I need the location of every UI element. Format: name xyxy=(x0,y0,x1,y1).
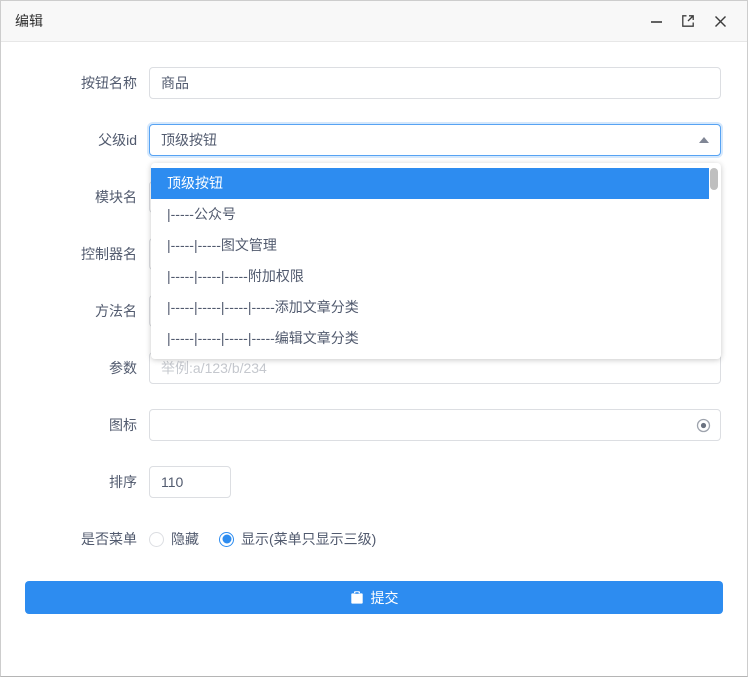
radio-button-on-icon[interactable] xyxy=(695,417,711,433)
button-name-label: 按钮名称 xyxy=(1,67,149,99)
titlebar: 编辑 xyxy=(1,1,747,42)
close-icon[interactable] xyxy=(711,12,729,30)
parent-id-selected-value: 顶级按钮 xyxy=(161,130,217,150)
parent-id-dropdown: 顶级按钮 |-----公众号 |-----|-----图文管理 |-----|-… xyxy=(151,163,721,359)
dropdown-option[interactable]: |-----|-----|-----附加权限 xyxy=(151,261,709,292)
method-name-label: 方法名 xyxy=(1,295,149,327)
params-label: 参数 xyxy=(1,352,149,384)
radio-on-icon xyxy=(219,532,234,547)
field-button-name: 按钮名称 xyxy=(1,67,747,99)
parent-id-label: 父级id xyxy=(1,124,149,156)
module-name-label: 模块名 xyxy=(1,181,149,213)
dialog-title: 编辑 xyxy=(15,11,43,31)
window-controls xyxy=(647,12,729,30)
field-sort: 排序 xyxy=(1,466,747,498)
sort-label: 排序 xyxy=(1,466,149,498)
maximize-icon[interactable] xyxy=(679,12,697,30)
radio-show[interactable]: 显示(菜单只显示三级) xyxy=(219,529,376,549)
icon-input[interactable] xyxy=(149,409,721,441)
dropdown-option[interactable]: |-----|-----|-----|-----编辑文章分类 xyxy=(151,323,709,354)
field-icon: 图标 xyxy=(1,409,747,441)
minimize-icon[interactable] xyxy=(647,12,665,30)
dropdown-option[interactable]: |-----|-----|-----|-----添加文章分类 xyxy=(151,292,709,323)
submit-button[interactable]: 提交 xyxy=(25,581,723,614)
submit-button-label: 提交 xyxy=(371,588,399,608)
radio-hide[interactable]: 隐藏 xyxy=(149,529,199,549)
controller-name-label: 控制器名 xyxy=(1,238,149,270)
dropdown-option[interactable]: |-----|-----图文管理 xyxy=(151,230,709,261)
radio-off-icon xyxy=(149,532,164,547)
dropdown-option[interactable]: |-----公众号 xyxy=(151,199,709,230)
is-menu-label: 是否菜单 xyxy=(1,523,149,555)
chevron-up-icon xyxy=(699,137,709,143)
clipboard-icon xyxy=(350,590,364,605)
dropdown-option[interactable]: 顶级按钮 xyxy=(151,168,709,199)
edit-dialog: 编辑 按钮名称 xyxy=(0,0,748,677)
is-menu-radio-group: 隐藏 显示(菜单只显示三级) xyxy=(149,523,721,555)
field-is-menu: 是否菜单 隐藏 显示(菜单只显示三级) xyxy=(1,523,747,555)
parent-id-select[interactable]: 顶级按钮 xyxy=(149,124,721,156)
button-name-input[interactable] xyxy=(149,67,721,99)
dropdown-scrollbar-thumb[interactable] xyxy=(710,168,718,190)
icon-label: 图标 xyxy=(1,409,149,441)
field-parent-id: 父级id 顶级按钮 xyxy=(1,124,747,156)
sort-input[interactable] xyxy=(149,466,231,498)
